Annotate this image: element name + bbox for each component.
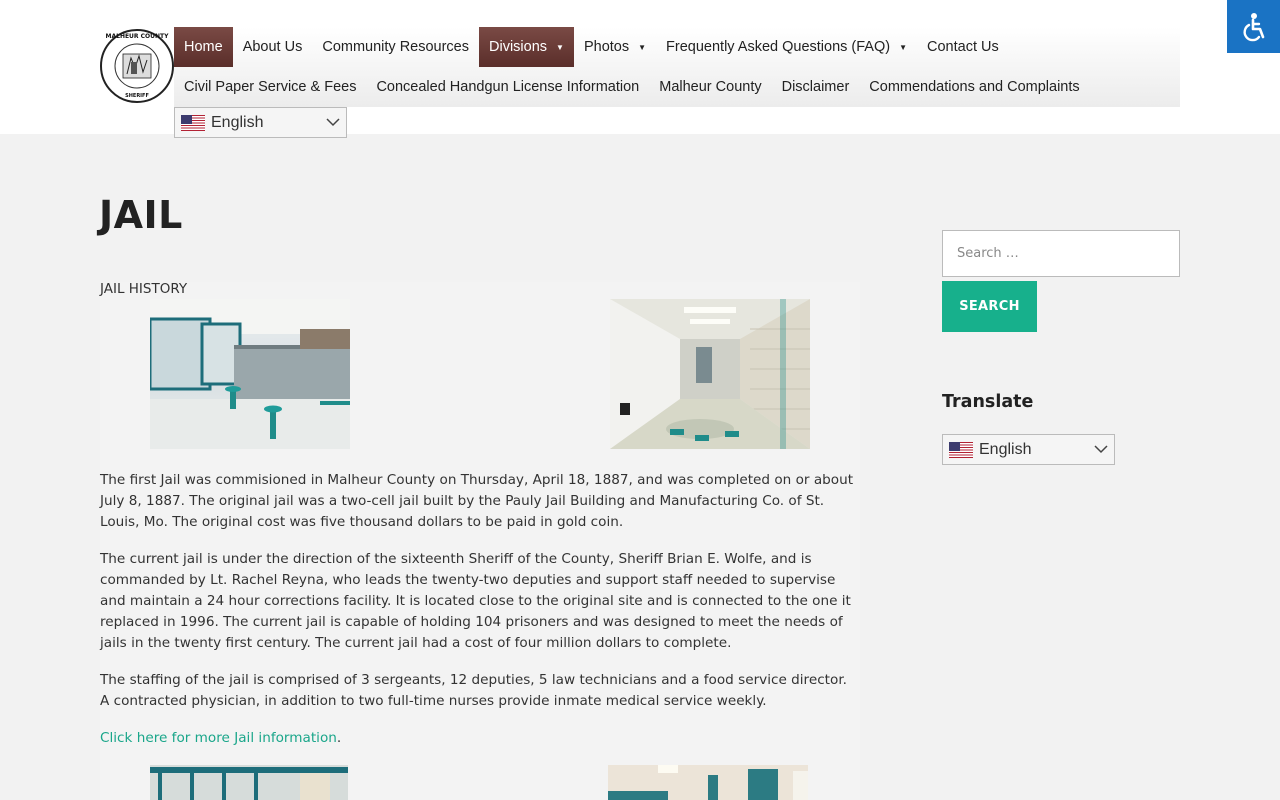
header-language-select[interactable]: English: [174, 107, 347, 138]
accessibility-button[interactable]: [1227, 0, 1280, 53]
language-label: English: [979, 440, 1032, 458]
logo-ring-text-top: MALHEUR COUNTY: [105, 33, 169, 40]
more-jail-info-link[interactable]: Click here for more Jail information: [100, 730, 337, 746]
section-label: JAIL HISTORY: [100, 281, 188, 297]
nav-item-label: Photos: [583, 39, 630, 55]
nav-item-label: Malheur County: [659, 79, 762, 95]
jail-hallway-photo: [610, 299, 810, 449]
nav-item-label: Disclaimer: [781, 79, 850, 95]
nav-item-community-resources[interactable]: Community Resources: [312, 27, 479, 67]
nav-item-faq[interactable]: Frequently Asked Questions (FAQ) ▼: [656, 27, 917, 67]
nav-item-divisions[interactable]: Divisions ▼: [479, 27, 574, 67]
translate-widget-title: Translate: [942, 392, 1034, 412]
jail-corridor-photo: [608, 765, 808, 800]
site-header: MALHEUR COUNTY SHERIFF Home About Us Com…: [0, 0, 1280, 138]
search-input[interactable]: [942, 230, 1180, 277]
link-suffix: .: [336, 730, 342, 746]
paragraph-current-jail: The current jail is under the direction …: [100, 551, 851, 651]
nav-item-label: Concealed Handgun License Information: [376, 79, 640, 95]
nav-item-label: Frequently Asked Questions (FAQ): [666, 39, 891, 55]
nav-item-label: Community Resources: [322, 39, 470, 55]
nav-item-commendations[interactable]: Commendations and Complaints: [859, 67, 1089, 107]
nav-item-disclaimer[interactable]: Disclaimer: [772, 67, 860, 107]
search-button[interactable]: SEARCH: [942, 281, 1037, 332]
wheelchair-icon: [1242, 12, 1264, 41]
nav-item-label: About Us: [242, 39, 303, 55]
logo-ring-text-bottom: SHERIFF: [125, 93, 149, 99]
nav-item-label: Home: [184, 39, 223, 55]
dropdown-caret-icon: ▼: [556, 42, 564, 52]
nav-item-concealed-handgun[interactable]: Concealed Handgun License Information: [366, 67, 649, 107]
more-info-paragraph: Click here for more Jail information.: [100, 728, 860, 749]
nav-item-malheur-county[interactable]: Malheur County: [649, 67, 771, 107]
jail-cells-photo: [150, 765, 348, 800]
sidebar-language-select[interactable]: English: [942, 434, 1115, 465]
language-label: English: [211, 113, 264, 131]
paragraph-history: The first Jail was commisioned in Malheu…: [100, 472, 854, 530]
chevron-down-icon: [326, 116, 340, 130]
dropdown-caret-icon: ▼: [638, 42, 647, 52]
jail-booking-photo: [150, 299, 350, 449]
nav-item-photos[interactable]: Photos ▼: [574, 27, 656, 67]
nav-item-civil-paper-service[interactable]: Civil Paper Service & Fees: [174, 67, 366, 107]
page-title: JAIL: [99, 193, 183, 237]
badge-icon: [114, 43, 160, 89]
nav-item-label: Divisions: [489, 39, 548, 55]
nav-item-label: Contact Us: [927, 39, 999, 55]
nav-item-about-us[interactable]: About Us: [233, 27, 313, 67]
nav-row-primary: Home About Us Community Resources Divisi…: [174, 27, 1009, 67]
us-flag-icon: [949, 441, 973, 458]
nav-item-label: Commendations and Complaints: [869, 79, 1080, 95]
chevron-down-icon: [1094, 443, 1108, 457]
nav-row-secondary: Civil Paper Service & Fees Concealed Han…: [174, 67, 1090, 107]
us-flag-icon: [181, 114, 205, 131]
dropdown-caret-icon: ▼: [899, 42, 907, 52]
site-logo[interactable]: MALHEUR COUNTY SHERIFF: [100, 29, 174, 103]
nav-item-contact-us[interactable]: Contact Us: [917, 27, 1009, 67]
main-navigation: Home About Us Community Resources Divisi…: [174, 27, 1180, 107]
nav-item-home[interactable]: Home: [174, 27, 233, 67]
paragraph-staffing: The staffing of the jail is comprised of…: [100, 672, 847, 709]
nav-item-label: Civil Paper Service & Fees: [184, 79, 357, 95]
